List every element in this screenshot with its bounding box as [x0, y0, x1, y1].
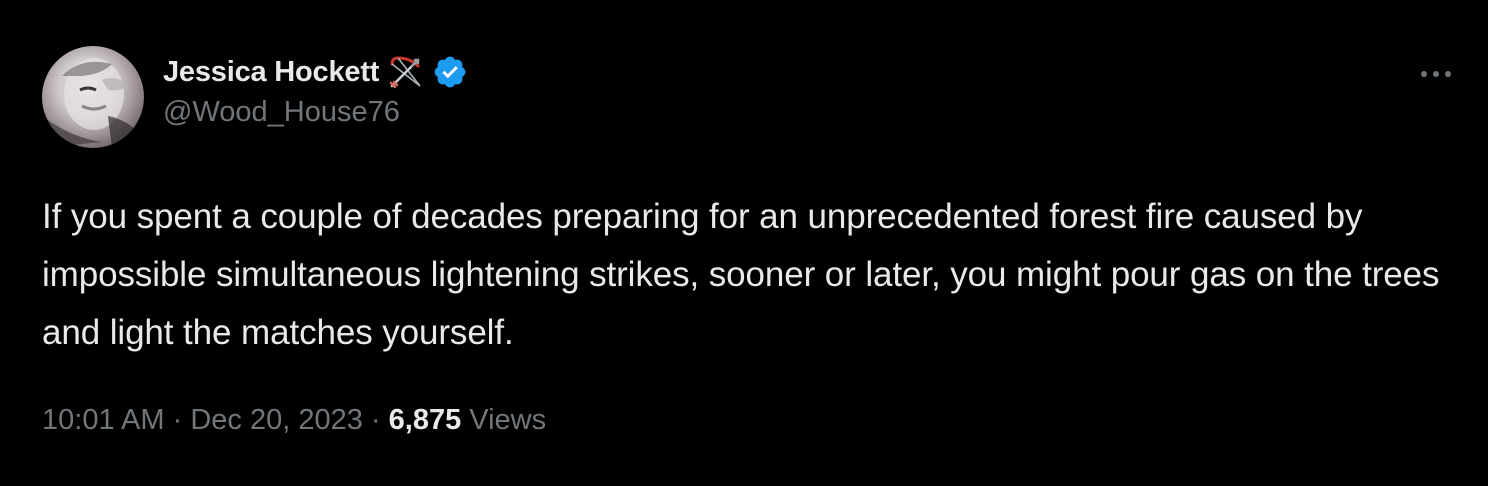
tweet-text: If you spent a couple of decades prepari… — [42, 197, 1440, 352]
views-label: Views — [469, 404, 547, 436]
tweet-card: Jessica Hockett @Wood_House76 If you spe… — [0, 0, 1488, 486]
verified-badge-icon[interactable] — [432, 54, 468, 90]
user-handle[interactable]: @Wood_House76 — [163, 96, 468, 129]
display-name[interactable]: Jessica Hockett — [163, 56, 379, 89]
avatar[interactable] — [42, 46, 144, 148]
meta-separator: · — [370, 404, 381, 436]
tweet-date[interactable]: Dec 20, 2023 — [190, 404, 363, 436]
bow-and-arrow-icon — [388, 54, 424, 90]
tweet-metadata: 10:01 AM · Dec 20, 2023 · 6,875 Views — [42, 404, 546, 437]
more-options-icon[interactable] — [1416, 62, 1456, 86]
tweet-time[interactable]: 10:01 AM — [42, 404, 165, 436]
views-count[interactable]: 6,875 — [389, 404, 462, 436]
tweet-header: Jessica Hockett @Wood_House76 — [163, 52, 468, 129]
name-row: Jessica Hockett — [163, 52, 468, 92]
meta-separator: · — [172, 404, 183, 436]
